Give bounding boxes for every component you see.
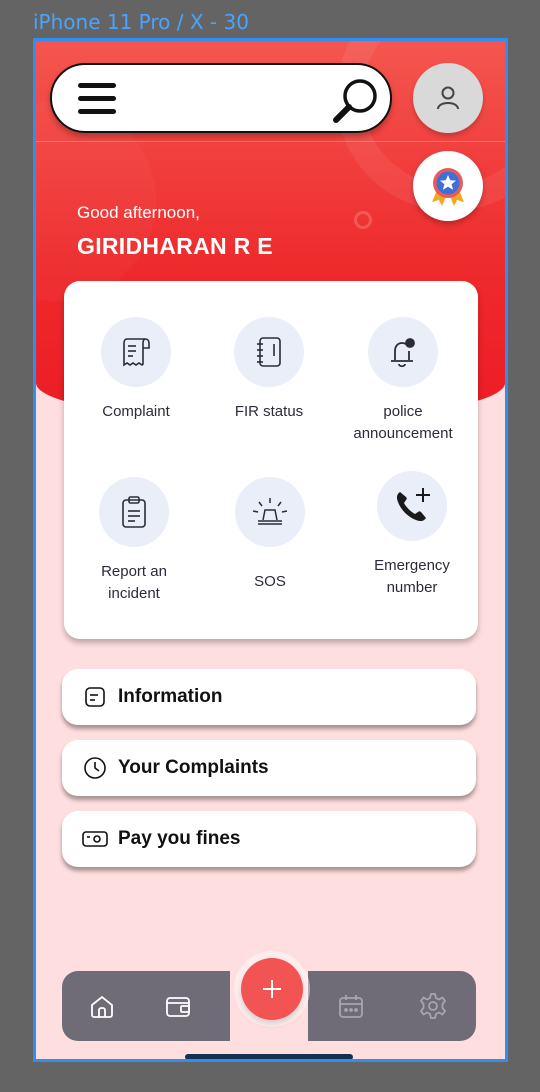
user-icon	[437, 86, 459, 110]
notebook-icon	[257, 337, 281, 367]
home-icon	[91, 995, 113, 1018]
award-icon	[432, 168, 464, 206]
clock-icon	[84, 757, 106, 779]
service-report-incident[interactable]: Report an incident	[64, 477, 204, 605]
greeting-text: Good afternoon,	[77, 203, 200, 222]
services-card: Complaint FIR status police announcement…	[64, 281, 478, 639]
service-sos[interactable]: SOS	[200, 477, 340, 593]
label-line: Emergency	[374, 557, 450, 574]
service-label: Report an incident	[64, 561, 204, 605]
settings-icon	[419, 993, 447, 1019]
label-line: announcement	[353, 425, 453, 442]
your-complaints-button[interactable]: Your Complaints	[62, 740, 476, 796]
receipt-icon	[123, 338, 150, 367]
search-icon[interactable]	[330, 75, 382, 127]
your-complaints-label: Your Complaints	[118, 757, 269, 778]
phone-screen: Good afternoon, GIRIDHARAN R E Complaint	[33, 38, 508, 1062]
profile-avatar-button[interactable]	[413, 63, 483, 133]
frame-title: iPhone 11 Pro / X - 30	[33, 10, 249, 34]
service-label: FIR status	[234, 403, 304, 420]
user-name: GIRIDHARAN R E	[77, 233, 273, 259]
service-emergency-number[interactable]: Emergency number	[342, 471, 482, 599]
plus-icon	[263, 980, 281, 998]
service-label: police announcement	[333, 401, 473, 445]
document-icon	[85, 687, 105, 707]
information-button[interactable]: Information	[62, 669, 476, 725]
label-line: number	[386, 579, 438, 596]
money-icon	[82, 831, 108, 847]
bell-icon	[391, 338, 415, 368]
service-label: SOS	[254, 573, 286, 590]
add-button[interactable]	[241, 958, 303, 1020]
siren-icon	[252, 498, 288, 525]
service-label: Complaint	[102, 403, 170, 420]
label-line: police	[383, 403, 423, 420]
search-bar[interactable]	[50, 63, 392, 133]
wallet-icon	[166, 997, 190, 1017]
award-badge-button[interactable]	[413, 151, 483, 221]
phone-add-icon	[396, 488, 430, 522]
information-label: Information	[118, 686, 223, 707]
nav-wallet[interactable]	[163, 991, 193, 1021]
service-police-announcement[interactable]: police announcement	[333, 317, 473, 445]
nav-home[interactable]	[87, 991, 117, 1021]
calendar-icon	[339, 995, 363, 1018]
label-line: Report an	[101, 563, 167, 580]
menu-icon[interactable]	[78, 83, 116, 115]
label-line: incident	[108, 585, 160, 602]
clipboard-icon	[122, 496, 146, 528]
nav-settings[interactable]	[418, 991, 448, 1021]
nav-calendar[interactable]	[336, 991, 366, 1021]
service-label: Emergency number	[342, 555, 482, 599]
service-fir-status[interactable]: FIR status	[199, 317, 339, 423]
service-complaint[interactable]: Complaint	[66, 317, 206, 423]
pay-fines-button[interactable]: Pay you fines	[62, 811, 476, 867]
home-indicator	[185, 1054, 353, 1059]
pay-fines-label: Pay you fines	[118, 828, 241, 849]
